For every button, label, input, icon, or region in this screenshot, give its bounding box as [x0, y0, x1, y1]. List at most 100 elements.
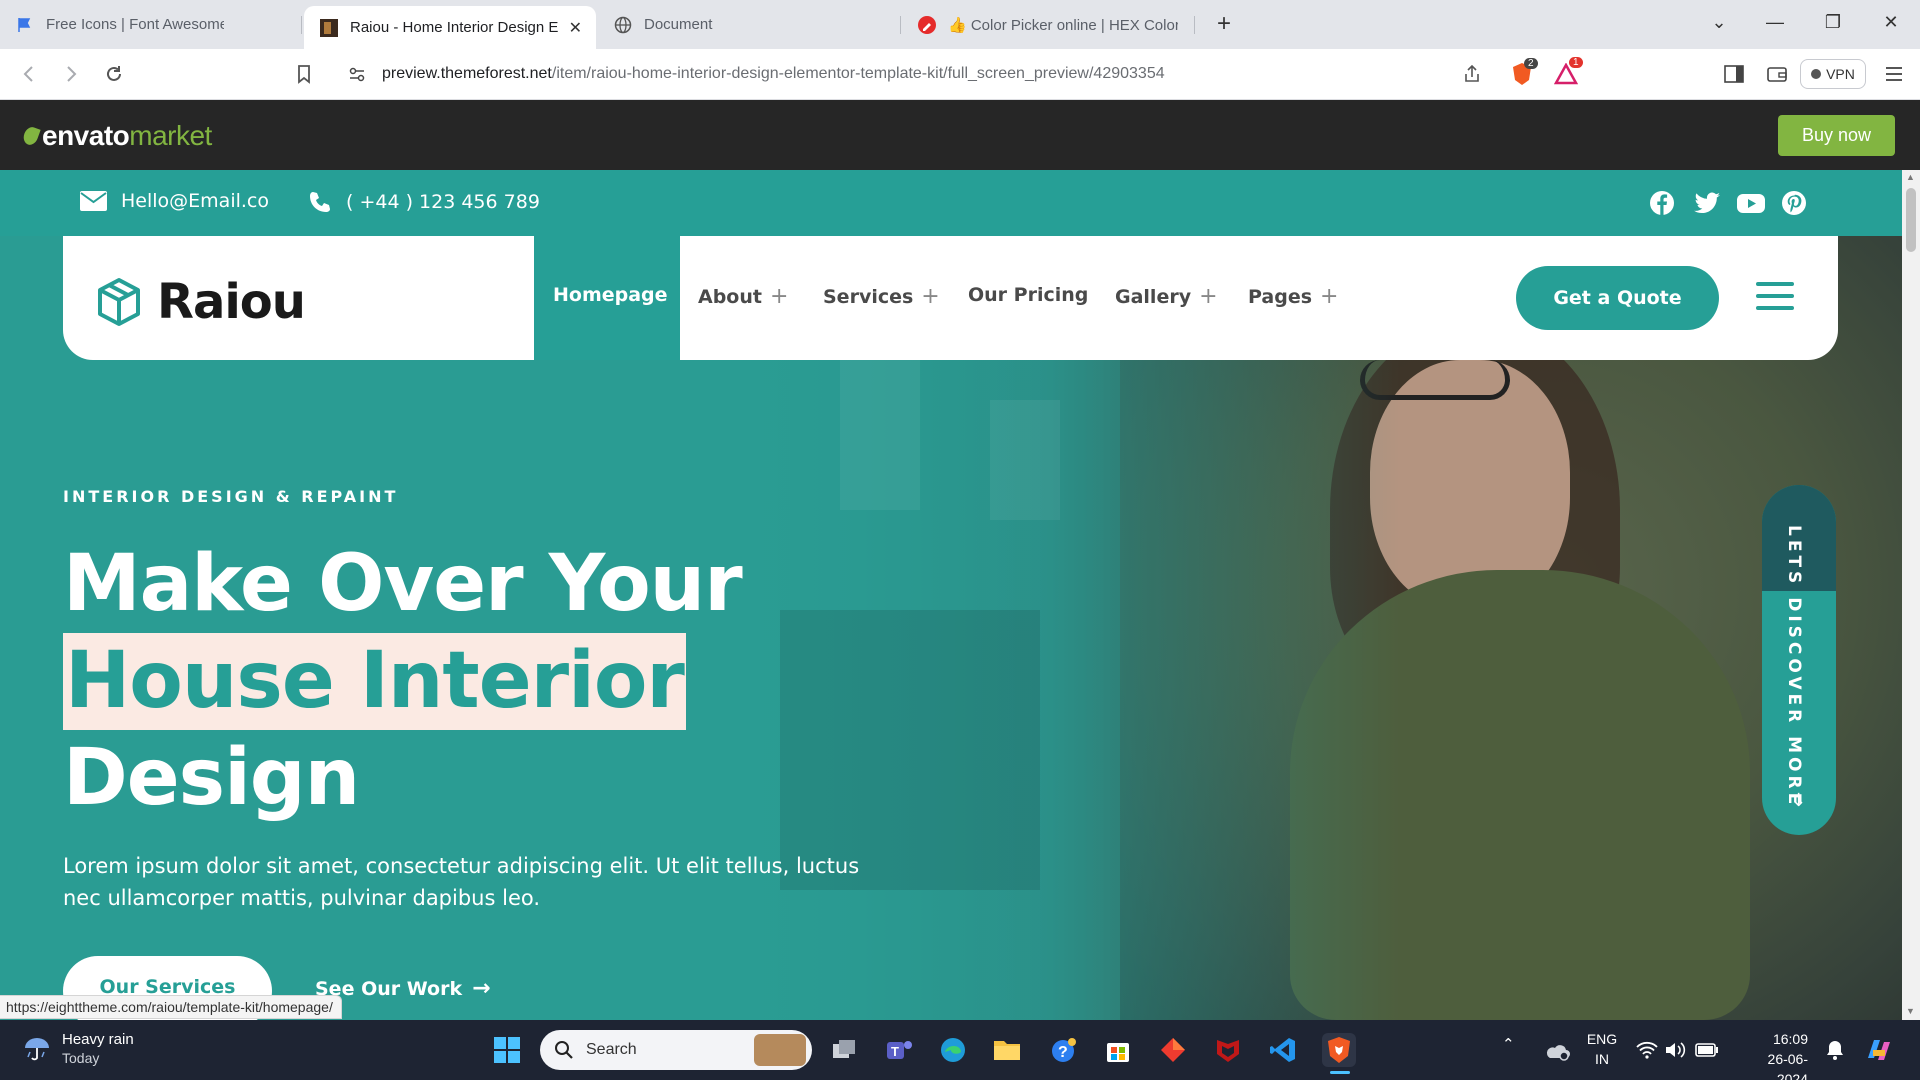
- get-a-quote-button[interactable]: Get a Quote: [1516, 266, 1719, 330]
- search-placeholder: Search: [586, 1041, 637, 1058]
- close-tab-icon[interactable]: ✕: [569, 18, 582, 38]
- app-diamond-icon[interactable]: [1156, 1033, 1190, 1067]
- tab-raiou[interactable]: Raiou - Home Interior Design El ✕: [304, 6, 596, 49]
- shields-count-badge: 2: [1524, 58, 1538, 69]
- tab-separator: [900, 16, 901, 34]
- twitter-icon[interactable]: [1693, 190, 1720, 216]
- taskbar-search[interactable]: Search: [540, 1030, 812, 1070]
- system-clock[interactable]: 16:09 26-06-2024: [1738, 1029, 1808, 1080]
- nav-pages[interactable]: Pages +: [1248, 284, 1338, 309]
- new-tab-button[interactable]: +: [1210, 10, 1238, 38]
- teams-icon[interactable]: T: [882, 1033, 916, 1067]
- mcafee-icon[interactable]: [1211, 1033, 1245, 1067]
- restore-button[interactable]: ❐: [1821, 12, 1845, 33]
- nav-label: Gallery: [1115, 285, 1192, 308]
- email-link[interactable]: Hello@Email.co: [80, 190, 269, 212]
- background-window-shape: [990, 400, 1060, 520]
- input-language[interactable]: ENG IN: [1585, 1029, 1619, 1069]
- plus-icon: +: [769, 284, 789, 309]
- buy-now-button[interactable]: Buy now: [1778, 115, 1895, 156]
- wallet-icon[interactable]: [1765, 62, 1789, 86]
- reload-button[interactable]: [101, 61, 127, 87]
- nav-services[interactable]: Services +: [823, 284, 940, 309]
- svg-text:T: T: [891, 1044, 899, 1059]
- share-icon[interactable]: [1460, 62, 1484, 86]
- brave-rewards-icon[interactable]: 1: [1554, 57, 1583, 86]
- windows-taskbar: Heavy rain Today Search T ? ⌃ ENG IN 16:…: [0, 1020, 1920, 1080]
- tab-color-picker[interactable]: 👍 Color Picker online | HEX Color P: [902, 6, 1192, 43]
- tab-document[interactable]: Document: [598, 6, 898, 43]
- microsoft-store-icon[interactable]: [1101, 1033, 1135, 1067]
- site-logo[interactable]: Raiou: [95, 274, 306, 330]
- address-bar[interactable]: preview.themeforest.net/item/raiou-home-…: [332, 57, 1592, 91]
- vscode-icon[interactable]: [1266, 1033, 1300, 1067]
- site-settings-icon[interactable]: [348, 65, 366, 88]
- volume-icon[interactable]: [1658, 1033, 1692, 1067]
- minimize-button[interactable]: —: [1763, 12, 1787, 33]
- bookmark-icon[interactable]: [291, 61, 317, 87]
- envato-logo-main: envato: [42, 120, 130, 151]
- url-text: preview.themeforest.net/item/raiou-home-…: [382, 65, 1165, 82]
- contact-topbar: Hello@Email.co ( +44 ) 123 456 789: [0, 170, 1902, 236]
- link-status-url: https://eighttheme.com/raiou/template-ki…: [0, 995, 342, 1019]
- file-explorer-icon[interactable]: [990, 1033, 1024, 1067]
- onedrive-icon[interactable]: [1540, 1034, 1574, 1068]
- copilot-icon[interactable]: [1862, 1033, 1896, 1067]
- scrollbar-thumb[interactable]: [1906, 188, 1916, 252]
- tab-title: Document: [644, 16, 713, 33]
- nav-label: Our Pricing: [968, 284, 1089, 306]
- edge-icon[interactable]: [936, 1033, 970, 1067]
- sidebar-toggle-icon[interactable]: [1722, 62, 1746, 86]
- show-hidden-icons[interactable]: ⌃: [1502, 1035, 1515, 1053]
- nav-about[interactable]: About +: [698, 284, 788, 309]
- task-view-icon[interactable]: [827, 1033, 861, 1067]
- tab-font-awesome[interactable]: Free Icons | Font Awesome: [0, 6, 238, 43]
- page-scrollbar[interactable]: ▲ ▼: [1902, 170, 1920, 1020]
- search-highlight-image: [754, 1034, 806, 1066]
- nav-homepage[interactable]: Homepage: [553, 284, 668, 306]
- raiou-favicon-icon: [320, 18, 338, 37]
- envato-market-logo[interactable]: envato market: [21, 120, 212, 152]
- windows-start-icon[interactable]: [490, 1033, 524, 1067]
- site-preview: Hello@Email.co ( +44 ) 123 456 789 Raiou…: [0, 170, 1902, 1020]
- notifications-bell-icon[interactable]: [1818, 1033, 1852, 1067]
- scroll-down-icon[interactable]: ▼: [1906, 1006, 1915, 1016]
- rewards-count-badge: 1: [1569, 57, 1583, 68]
- scroll-up-icon[interactable]: ▲: [1906, 172, 1915, 182]
- close-window-button[interactable]: ✕: [1879, 12, 1903, 33]
- menu-icon[interactable]: [1882, 62, 1906, 86]
- envato-preview-bar: envato market Buy now: [0, 100, 1920, 170]
- headline-highlight: House Interior: [63, 633, 686, 730]
- vpn-label: VPN: [1826, 66, 1855, 82]
- arrow-right-icon: →: [472, 976, 491, 1001]
- region-code: IN: [1595, 1051, 1609, 1067]
- weather-widget[interactable]: Heavy rain Today: [22, 1030, 134, 1068]
- nav-our-pricing[interactable]: Our Pricing: [968, 284, 1088, 306]
- svg-text:?: ?: [1058, 1044, 1068, 1061]
- phone-icon: [310, 192, 330, 212]
- plus-icon: +: [1199, 284, 1218, 309]
- back-button[interactable]: [16, 61, 42, 87]
- facebook-icon[interactable]: [1649, 190, 1675, 216]
- lets-discover-more-button[interactable]: LETS DISCOVER MORE ↓: [1762, 485, 1836, 835]
- get-help-icon[interactable]: ?: [1047, 1033, 1081, 1067]
- phone-text: ( +44 ) 123 456 789: [346, 191, 540, 213]
- vpn-button[interactable]: VPN: [1800, 59, 1866, 89]
- tab-title: 👍 Color Picker online | HEX Color P: [948, 16, 1178, 34]
- brave-browser-icon[interactable]: [1322, 1033, 1356, 1074]
- weather-title: Heavy rain: [62, 1031, 134, 1048]
- battery-icon[interactable]: [1690, 1033, 1724, 1067]
- nav-gallery[interactable]: Gallery +: [1115, 284, 1218, 309]
- hamburger-menu-icon[interactable]: [1756, 282, 1796, 312]
- vpn-status-icon: [1811, 69, 1822, 79]
- pinterest-icon[interactable]: [1781, 190, 1807, 216]
- phone-link[interactable]: ( +44 ) 123 456 789: [308, 190, 540, 214]
- cube-icon: [98, 278, 140, 326]
- nav-label: Pages: [1248, 285, 1313, 308]
- forward-button[interactable]: [58, 61, 84, 87]
- tab-search-chevron-icon[interactable]: ⌄: [1707, 12, 1731, 33]
- youtube-icon[interactable]: [1736, 190, 1765, 216]
- envato-logo-market: market: [129, 120, 212, 151]
- envelope-icon: [80, 191, 107, 211]
- brave-shields-icon[interactable]: 2: [1510, 58, 1538, 86]
